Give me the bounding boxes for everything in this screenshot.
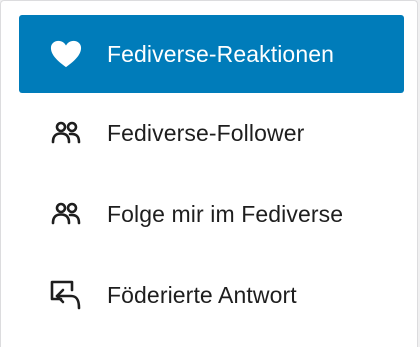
menu-item-label: Fediverse-Follower: [107, 119, 305, 146]
menu-item-label: Föderierte Antwort: [107, 281, 297, 308]
menu-item-fediverse-follower[interactable]: Fediverse-Follower: [19, 94, 404, 172]
people-icon: [50, 117, 82, 149]
menu-item-follow-me[interactable]: Folge mir im Fediverse: [19, 175, 404, 253]
menu-item-fediverse-reactions[interactable]: Fediverse-Reaktionen: [19, 15, 404, 93]
people-icon: [50, 198, 82, 230]
menu-item-label: Fediverse-Reaktionen: [107, 40, 335, 67]
reply-arrow-icon: [50, 279, 82, 311]
heart-icon: [50, 38, 82, 70]
menu-item-label: Folge mir im Fediverse: [107, 200, 344, 227]
menu-item-federated-reply[interactable]: Föderierte Antwort: [19, 256, 404, 334]
block-inserter-menu: Fediverse-Reaktionen Fediverse-Follower …: [0, 0, 418, 347]
